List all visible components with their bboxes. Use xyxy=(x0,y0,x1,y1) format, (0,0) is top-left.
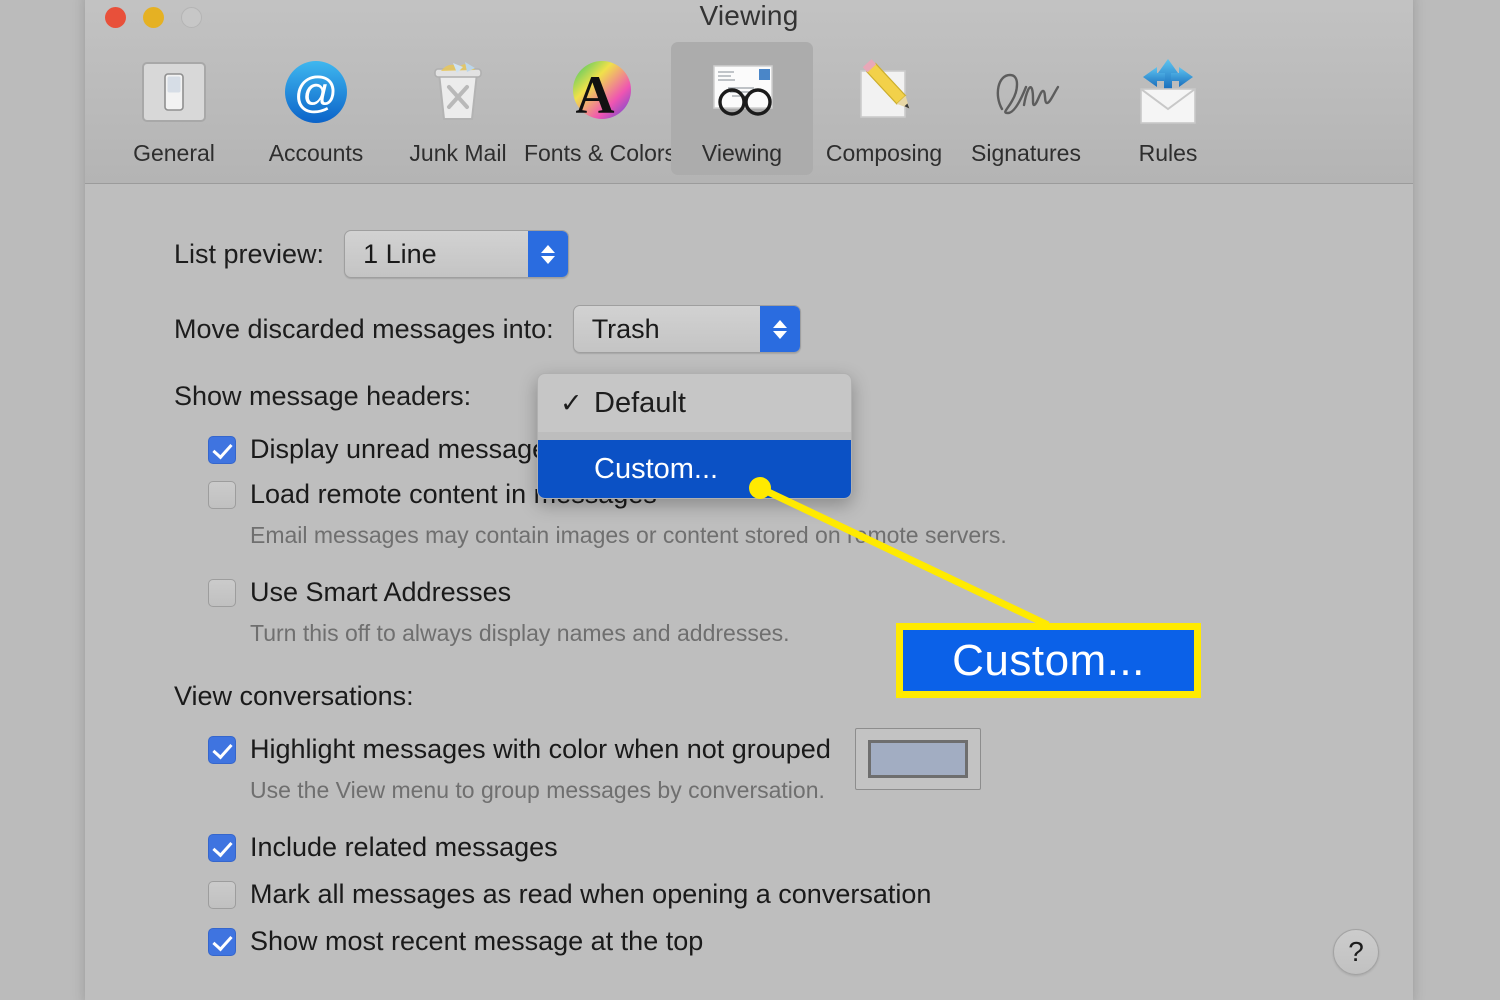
chevron-updown-icon xyxy=(528,231,569,277)
mark-all-read-row[interactable]: Mark all messages as read when opening a… xyxy=(208,879,1413,910)
include-related-row[interactable]: Include related messages xyxy=(208,832,1413,863)
toolbar-item-general[interactable]: General xyxy=(103,42,245,175)
menu-separator xyxy=(538,432,851,440)
help-button[interactable]: ? xyxy=(1333,929,1379,975)
toolbar-label-accounts: Accounts xyxy=(268,140,364,166)
mail-preferences-window: Viewing General @ Accounts Junk Mail A F… xyxy=(85,0,1413,1000)
highlight-color-swatch[interactable] xyxy=(854,728,981,790)
move-discarded-row: Move discarded messages into: Trash xyxy=(174,305,1413,353)
smart-addresses-checkbox[interactable] xyxy=(208,578,236,607)
highlight-messages-block: Highlight messages with color when not g… xyxy=(208,728,1413,804)
highlight-messages-hint: Use the View menu to group messages by c… xyxy=(250,777,825,803)
mark-all-read-label: Mark all messages as read when opening a… xyxy=(250,879,932,909)
toolbar-label-general: General xyxy=(133,140,215,166)
font-color-icon: A xyxy=(558,50,642,134)
chevron-updown-icon xyxy=(759,306,800,352)
menu-item-custom-label: Custom... xyxy=(594,452,719,485)
glasses-mail-icon xyxy=(700,50,784,134)
smart-addresses-row[interactable]: Use Smart Addresses xyxy=(208,577,1413,608)
smart-addresses-hint: Turn this off to always display names an… xyxy=(250,620,790,646)
highlight-messages-row[interactable]: Highlight messages with color when not g… xyxy=(208,734,831,765)
viewing-preferences-pane: List preview: 1 Line Move discarded mess… xyxy=(85,184,1413,1000)
preferences-toolbar: General @ Accounts Junk Mail A Fonts & C… xyxy=(85,42,1413,175)
highlight-messages-label: Highlight messages with color when not g… xyxy=(250,734,831,764)
at-sign-icon: @ xyxy=(274,50,358,134)
show-most-recent-checkbox[interactable] xyxy=(208,927,236,956)
trash-can-icon xyxy=(416,50,500,134)
toolbar-label-composing: Composing xyxy=(825,140,943,166)
pencil-paper-icon xyxy=(842,50,926,134)
smart-addresses-label: Use Smart Addresses xyxy=(250,577,512,607)
toolbar-item-fonts-colors[interactable]: A Fonts & Colors xyxy=(524,42,676,175)
screenshot-root: Viewing General @ Accounts Junk Mail A F… xyxy=(0,0,1500,1000)
swatch-color-fill xyxy=(867,740,968,778)
toolbar-item-accounts[interactable]: @ Accounts xyxy=(245,42,387,175)
move-discarded-select[interactable]: Trash xyxy=(572,305,801,353)
mark-all-read-checkbox[interactable] xyxy=(208,880,236,909)
menu-item-default[interactable]: ✓ Default xyxy=(538,374,851,432)
list-preview-label: List preview: xyxy=(174,238,325,269)
menu-item-default-label: Default xyxy=(594,386,686,419)
load-remote-content-hint: Email messages may contain images or con… xyxy=(250,522,1007,548)
rules-envelope-icon xyxy=(1126,50,1210,134)
highlight-messages-checkbox[interactable] xyxy=(208,735,236,764)
annotation-callout-box: Custom... xyxy=(896,623,1201,698)
signature-icon xyxy=(984,50,1068,134)
toolbar-item-viewing[interactable]: Viewing xyxy=(671,42,813,175)
list-preview-value: 1 Line xyxy=(363,238,437,269)
move-discarded-label: Move discarded messages into: xyxy=(174,313,554,344)
toolbar-label-signatures: Signatures xyxy=(971,140,1081,166)
display-unread-checkbox[interactable] xyxy=(208,435,236,464)
svg-text:A: A xyxy=(576,65,615,125)
message-headers-dropdown-menu[interactable]: ✓ Default Custom... xyxy=(537,373,852,499)
include-related-checkbox[interactable] xyxy=(208,833,236,862)
checkmark-icon: ✓ xyxy=(560,387,583,418)
svg-text:@: @ xyxy=(294,68,339,117)
include-related-label: Include related messages xyxy=(250,832,558,862)
toolbar-item-signatures[interactable]: Signatures xyxy=(955,42,1097,175)
toolbar-item-junk-mail[interactable]: Junk Mail xyxy=(387,42,529,175)
toolbar-label-junk-mail: Junk Mail xyxy=(409,140,507,166)
toolbar-label-fonts-colors: Fonts & Colors xyxy=(523,140,677,166)
toolbar-item-rules[interactable]: Rules xyxy=(1097,42,1239,175)
toolbar-item-composing[interactable]: Composing xyxy=(813,42,955,175)
load-remote-content-checkbox[interactable] xyxy=(208,480,236,509)
toolbar-label-rules: Rules xyxy=(1138,140,1198,166)
move-discarded-value: Trash xyxy=(591,313,660,344)
show-message-headers-label: Show message headers: xyxy=(174,381,472,411)
switch-icon xyxy=(132,50,216,134)
list-preview-row: List preview: 1 Line xyxy=(174,230,1413,278)
window-titlebar: Viewing General @ Accounts Junk Mail A F… xyxy=(85,0,1413,184)
list-preview-select[interactable]: 1 Line xyxy=(344,230,570,278)
view-conversations-label: View conversations: xyxy=(174,681,414,711)
menu-item-custom[interactable]: Custom... xyxy=(538,440,851,498)
annotation-callout-text: Custom... xyxy=(952,635,1145,685)
show-most-recent-row[interactable]: Show most recent message at the top xyxy=(208,926,1413,957)
show-most-recent-label: Show most recent message at the top xyxy=(250,926,704,956)
window-title: Viewing xyxy=(699,0,799,31)
toolbar-label-viewing: Viewing xyxy=(701,140,783,166)
